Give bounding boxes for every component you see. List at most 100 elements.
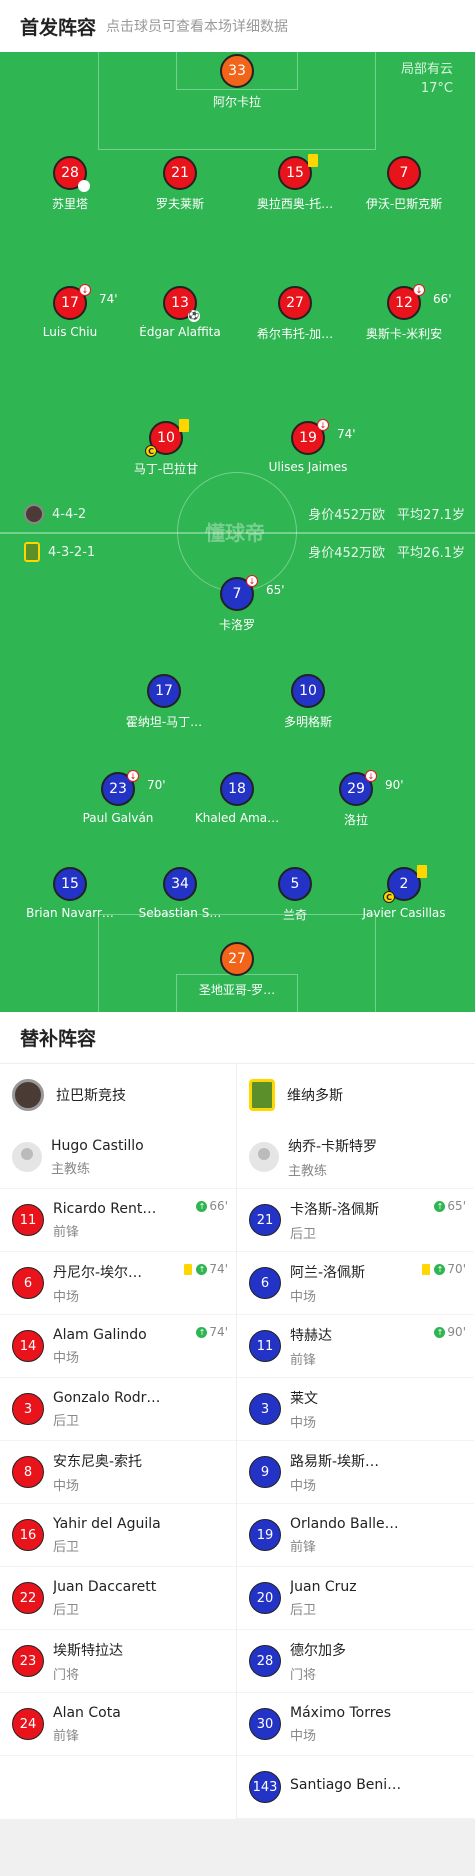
- away-sub-player[interactable]: 9 路易斯-埃斯… 中场: [237, 1441, 474, 1504]
- substitution-out-icon: ↓: [79, 284, 91, 296]
- player-number: 34: [163, 867, 197, 901]
- home-player-m4[interactable]: 12 ↓ 66' 奥斯卡-米利安: [334, 284, 474, 342]
- sub-position: 前锋: [53, 1224, 80, 1240]
- sub-position: 门将: [290, 1667, 317, 1683]
- sub-name: Ricardo Rent…: [53, 1200, 157, 1217]
- player-number: 15: [286, 165, 304, 181]
- sub-position: 中场: [290, 1415, 317, 1431]
- weather-temperature: 17°C: [420, 81, 453, 96]
- sub-position: 中场: [53, 1289, 80, 1305]
- sub-name: 特赫达: [290, 1327, 332, 1344]
- substitutes-section: 替补阵容 拉巴斯竞技 Hugo Castillo 主教练 11 Ricardo Re…: [0, 1012, 475, 1819]
- sub-name: 安东尼奥-索托: [53, 1453, 143, 1470]
- coach-name: 纳乔-卡斯特罗: [288, 1138, 378, 1155]
- away-player-am2[interactable]: 10 多明格斯: [238, 674, 378, 730]
- home-avg-age: 平均27.1岁: [397, 508, 465, 523]
- home-sub-player[interactable]: 3 Gonzalo Rodr… 后卫: [0, 1378, 236, 1441]
- player-number: 19: [299, 430, 317, 446]
- player-number: 23: [109, 781, 127, 797]
- away-sub-player[interactable]: 3 莱文 中场: [237, 1378, 474, 1441]
- sub-position: 中场: [53, 1478, 80, 1494]
- yellow-card-icon: [179, 419, 189, 432]
- weather-info: 局部有云 17°C: [401, 60, 453, 98]
- sub-position: 中场: [290, 1728, 317, 1744]
- sub-position: 中场: [290, 1478, 317, 1494]
- away-player-d4[interactable]: 2C Javier Casillas: [334, 865, 474, 920]
- substitution-out-icon: ↓: [365, 770, 377, 782]
- home-sub-player[interactable]: 8 安东尼奥-索托 中场: [0, 1441, 236, 1504]
- away-sub-player[interactable]: 143 Santiago Beni…: [237, 1756, 474, 1819]
- home-sub-player[interactable]: 22 Juan Daccarett 后卫: [0, 1567, 236, 1630]
- home-stats: 身价452万欧 平均27.1岁: [296, 504, 465, 523]
- sub-name: 卡洛斯-洛佩斯: [290, 1201, 380, 1218]
- home-sub-player[interactable]: 6 丹尼尔-埃尔… 中场 ↑ 74': [0, 1252, 236, 1315]
- home-sub-player[interactable]: 24 Alan Cota 前锋: [0, 1693, 236, 1756]
- away-coach[interactable]: 纳乔-卡斯特罗 主教练: [237, 1126, 474, 1189]
- player-number: 28: [61, 165, 79, 181]
- away-sub-player[interactable]: 21 卡洛斯-洛佩斯 后卫 ↑ 65': [237, 1189, 474, 1252]
- home-team-name: 拉巴斯竞技: [56, 1088, 126, 1104]
- player-number: 18: [220, 772, 254, 806]
- sub-position: 后卫: [53, 1413, 80, 1429]
- home-team-crest: [12, 1079, 44, 1111]
- sub-number: 19: [249, 1519, 281, 1551]
- sub-position: 前锋: [290, 1352, 317, 1368]
- home-sub-player[interactable]: 14 Alam Galindo 中场 ↑ 74': [0, 1315, 236, 1378]
- sub-name: Alan Cota: [53, 1704, 121, 1721]
- away-player-gk[interactable]: 27 圣地亚哥-罗…: [167, 942, 307, 998]
- away-sub-player[interactable]: 20 Juan Cruz 后卫: [237, 1567, 474, 1630]
- away-avg-age: 平均26.1岁: [397, 546, 465, 561]
- home-sub-player[interactable]: 11 Ricardo Rent… 前锋 ↑ 66': [0, 1189, 236, 1252]
- sub-number: 9: [249, 1456, 281, 1488]
- home-coach[interactable]: Hugo Castillo 主教练: [0, 1126, 236, 1189]
- sub-number: 30: [249, 1708, 281, 1740]
- substitutes-title: 替补阵容: [0, 1012, 475, 1064]
- away-sub-player[interactable]: 28 德尔加多 门将: [237, 1630, 474, 1693]
- sub-name: 莱文: [290, 1390, 318, 1407]
- player-number: 15: [53, 867, 87, 901]
- sub-position: 后卫: [53, 1539, 80, 1555]
- away-formation-label: 4-3-2-1: [48, 544, 96, 560]
- away-player-am1[interactable]: 17 霍纳坦-马丁…: [94, 674, 234, 730]
- sub-name: Gonzalo Rodr…: [53, 1389, 161, 1406]
- sub-minute: 74': [337, 427, 356, 441]
- home-player-gk[interactable]: 33 阿尔卡拉: [167, 54, 307, 110]
- sub-in-minute: 66': [209, 1199, 228, 1213]
- home-player-f2[interactable]: 19 ↓ 74' Ulises Jaimes: [238, 419, 378, 474]
- sub-number: 6: [12, 1267, 44, 1299]
- player-name: 奥斯卡-米利安: [365, 327, 443, 341]
- coach-role: 主教练: [51, 1161, 91, 1177]
- home-sub-player[interactable]: 16 Yahir del Aguila 后卫: [0, 1504, 236, 1567]
- captain-icon: C: [383, 891, 395, 903]
- sub-position: 门将: [53, 1667, 80, 1683]
- away-sub-player[interactable]: 30 Máximo Torres 中场: [237, 1693, 474, 1756]
- player-name: 圣地亚哥-罗…: [198, 983, 276, 997]
- sub-in-info: ↑ 70': [422, 1262, 466, 1276]
- home-player-f1[interactable]: 10 C 马丁-巴拉甘: [96, 419, 236, 477]
- sub-number: 16: [12, 1519, 44, 1551]
- away-sub-player[interactable]: 19 Orlando Balle… 前锋: [237, 1504, 474, 1567]
- sub-name: 路易斯-埃斯…: [290, 1453, 380, 1470]
- player-name: 伊沃-巴斯克斯: [365, 197, 443, 211]
- away-player-m3[interactable]: 29 ↓ 90' 洛拉: [286, 770, 426, 828]
- lineup-title: 首发阵容: [20, 16, 97, 39]
- away-sub-player[interactable]: 6 阿兰-洛佩斯 中场 ↑ 70': [237, 1252, 474, 1315]
- sub-number: 11: [12, 1204, 44, 1236]
- sub-in-minute: 65': [447, 1199, 466, 1213]
- away-sub-player[interactable]: 11 特赫达 前锋 ↑ 90': [237, 1315, 474, 1378]
- sub-minute: 90': [385, 778, 404, 792]
- sub-minute: 70': [147, 778, 166, 792]
- substitution-in-icon: ↑: [196, 1263, 208, 1275]
- sub-position: 后卫: [290, 1226, 317, 1242]
- player-number: 21: [163, 156, 197, 190]
- home-sub-player[interactable]: 23 埃斯特拉达 门将: [0, 1630, 236, 1693]
- sub-position: 后卫: [290, 1602, 317, 1618]
- substitution-in-icon: ↑: [196, 1326, 208, 1338]
- away-team-crest: [249, 1079, 275, 1111]
- player-name: 马丁-巴拉甘: [133, 462, 199, 476]
- sub-name: 阿兰-洛佩斯: [290, 1264, 366, 1281]
- home-player-d4[interactable]: 7 伊沃-巴斯克斯: [334, 156, 474, 212]
- yellow-card-icon: [422, 1263, 431, 1275]
- away-player-f1[interactable]: 7 ↓ 65' 卡洛罗: [167, 575, 307, 633]
- substitution-in-icon: ↑: [434, 1200, 446, 1212]
